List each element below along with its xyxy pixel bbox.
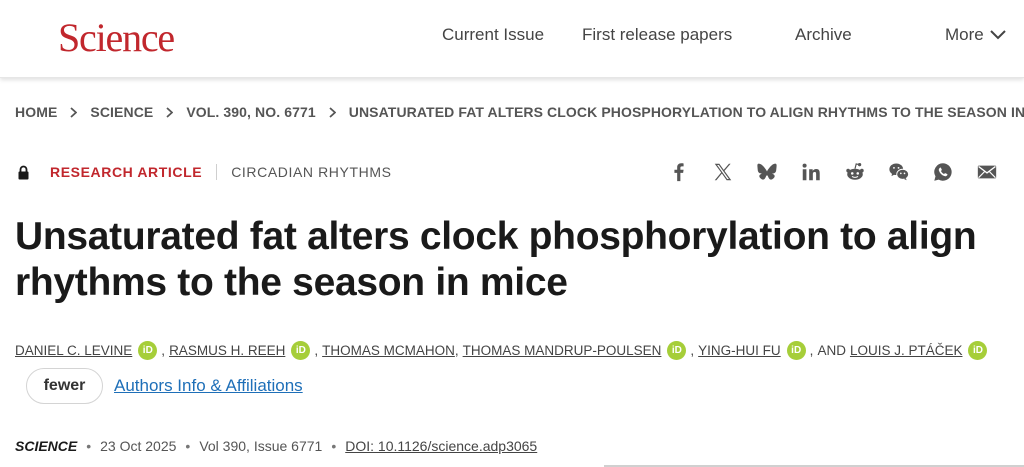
lock-icon [18,165,29,179]
share-toolbar [667,160,999,184]
author-link[interactable]: RASMUS H. REEH [169,343,285,358]
bullet-separator: • [331,438,337,454]
bluesky-icon[interactable] [755,160,779,184]
author-link[interactable]: DANIEL C. LEVINE [15,343,132,358]
nav-more-button[interactable]: More [945,25,1006,45]
breadcrumb-volume[interactable]: VOL. 390, NO. 6771 [186,104,315,120]
bullet-separator: • [86,438,92,454]
nav-first-release-papers[interactable]: First release papers [582,25,732,45]
author-link[interactable]: LOUIS J. PTÁČEK [850,343,963,358]
whatsapp-icon[interactable] [931,160,955,184]
authors-info-affiliations-link[interactable]: Authors Info & Affiliations [114,376,303,396]
and-label: AND [817,343,846,358]
separator: , [314,343,319,358]
science-logo[interactable]: Science [58,14,175,61]
nav-more-label: More [945,25,984,44]
volume-issue: Vol 390, Issue 6771 [199,438,323,454]
fewer-authors-button[interactable]: fewer [26,368,103,404]
x-icon[interactable] [711,160,735,184]
site-header: Science Current Issue First release pape… [0,0,1024,78]
doi-link[interactable]: DOI: 10.1126/science.adp3065 [345,438,537,454]
article-type-label: RESEARCH ARTICLE [50,164,203,180]
orcid-icon[interactable]: iD [138,341,158,360]
breadcrumb-science[interactable]: SCIENCE [90,104,153,120]
breadcrumb-current: UNSATURATED FAT ALTERS CLOCK PHOSPHORYLA… [348,104,1024,120]
nav-archive[interactable]: Archive [795,25,852,45]
nav-current-issue[interactable]: Current Issue [442,25,544,45]
article-subject-label[interactable]: CIRCADIAN RHYTHMS [231,164,391,180]
breadcrumb: HOME SCIENCE VOL. 390, NO. 6771 UNSATURA… [15,104,1024,120]
publication-date: 23 Oct 2025 [100,438,177,454]
citation-line: SCIENCE • 23 Oct 2025 • Vol 390, Issue 6… [15,438,537,454]
facebook-icon[interactable] [667,160,691,184]
separator: , [454,343,459,358]
journal-name: SCIENCE [15,438,78,454]
linkedin-icon[interactable] [799,160,823,184]
orcid-icon[interactable]: iD [291,341,311,360]
chevron-down-icon [990,30,1006,40]
email-icon[interactable] [975,160,999,184]
article-meta-row: RESEARCH ARTICLE CIRCADIAN RHYTHMS [17,164,392,180]
orcid-icon[interactable]: iD [667,341,687,360]
bullet-separator: • [185,438,191,454]
separator: , [809,343,814,358]
author-link[interactable]: YING-HUI FU [698,343,781,358]
chevron-right-icon [70,106,78,118]
wechat-icon[interactable] [887,160,911,184]
author-list: DANIEL C. LEVINE iD , RASMUS H. REEH iD … [15,341,991,360]
orcid-icon[interactable]: iD [786,341,806,360]
separator: , [161,343,166,358]
breadcrumb-home[interactable]: HOME [15,104,57,120]
chevron-right-icon [166,106,174,118]
chevron-right-icon [329,106,336,118]
author-link[interactable]: THOMAS MANDRUP-POULSEN [463,343,662,358]
reddit-icon[interactable] [843,160,867,184]
separator: , [690,343,695,358]
author-link[interactable]: THOMAS MCMAHON [322,343,455,358]
article-title: Unsaturated fat alters clock phosphoryla… [15,215,977,304]
divider [216,164,218,180]
orcid-icon[interactable]: iD [968,341,988,360]
